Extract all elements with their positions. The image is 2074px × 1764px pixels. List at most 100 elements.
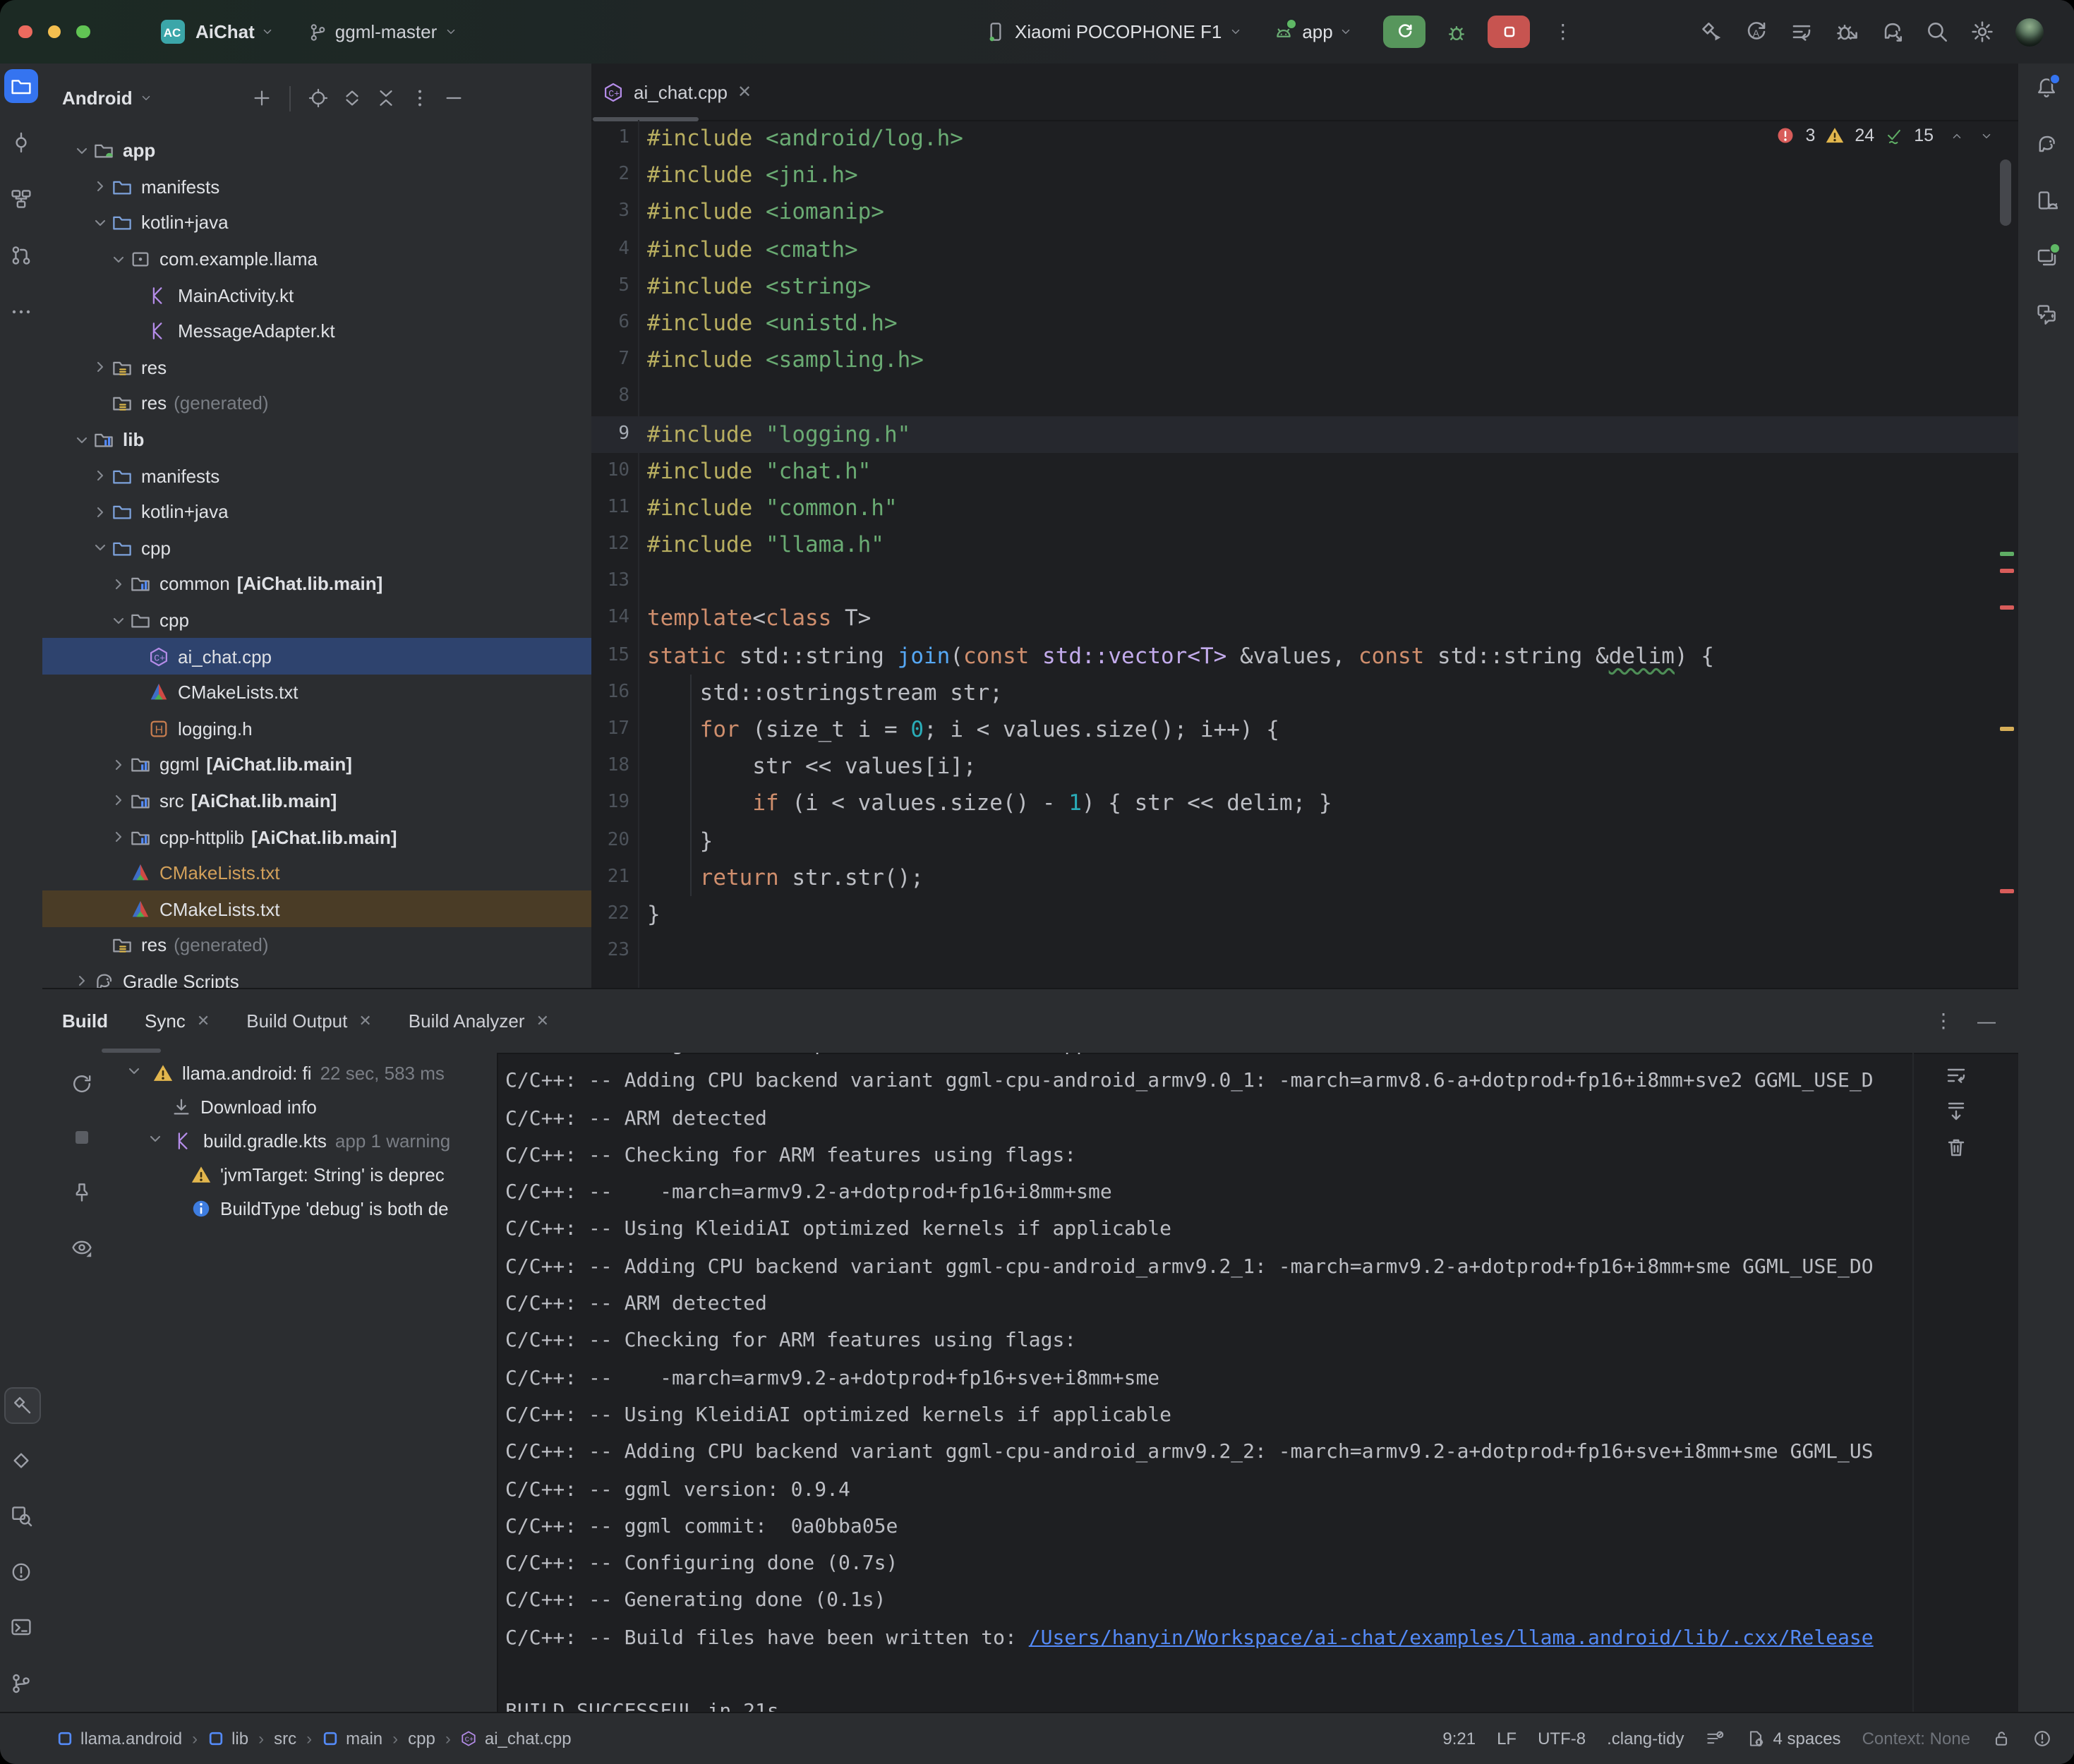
apply-changes-icon[interactable]: A — [1744, 20, 1768, 44]
chevron-down-icon[interactable] — [126, 1062, 144, 1083]
chevron-right-icon[interactable] — [92, 503, 111, 520]
restore-run-tasks-icon[interactable] — [1790, 20, 1814, 44]
breadcrumb-llama-android[interactable]: llama.android — [56, 1729, 182, 1748]
code-line-11[interactable]: 11#include "common.h" — [591, 490, 2018, 526]
tree-item-cpp-httplib[interactable]: cpp-httplib[AiChat.lib.main] — [42, 819, 591, 855]
code-line-3[interactable]: 3#include <iomanip> — [591, 194, 2018, 231]
close-tab-icon[interactable]: ✕ — [197, 1012, 210, 1030]
breadcrumb-main[interactable]: main — [322, 1729, 382, 1748]
expand-all-icon[interactable] — [342, 87, 363, 109]
hide-build-panel-icon[interactable]: — — [1977, 1010, 1996, 1032]
chevron-down-icon[interactable] — [110, 250, 130, 267]
buildtype-info-row[interactable]: BuildType 'debug' is both de — [191, 1191, 449, 1225]
tree-item-kotlin-java[interactable]: kotlin+java — [42, 494, 591, 530]
branch-selector[interactable]: ggml-master — [308, 21, 457, 42]
chevron-down-icon[interactable] — [73, 143, 93, 159]
code-line-6[interactable]: 6#include <unistd.h> — [591, 305, 2018, 342]
code-area[interactable]: 1#include <android/log.h>2#include <jni.… — [591, 120, 2018, 988]
build-root-row[interactable]: llama.android: fi22 sec, 583 ms — [126, 1056, 445, 1089]
download-info-row[interactable]: Download info — [171, 1089, 317, 1123]
scroll-to-end-icon[interactable] — [1945, 1099, 1967, 1122]
tree-item-messageadapter-kt[interactable]: MessageAdapter.kt — [42, 313, 591, 349]
chevron-right-icon[interactable] — [110, 828, 130, 845]
gemini-tool-icon[interactable] — [2030, 296, 2063, 330]
notifications-status-icon[interactable] — [2032, 1729, 2052, 1748]
tree-item-cmakelists-txt[interactable]: CMakeLists.txt — [42, 675, 591, 711]
breadcrumb-ai-chat-cpp[interactable]: C+ai_chat.cpp — [461, 1729, 572, 1748]
project-name[interactable]: AiChat — [195, 21, 255, 42]
chevron-right-icon[interactable] — [110, 576, 130, 593]
run-config-selector[interactable]: app — [1272, 21, 1352, 42]
tree-item-gradle-scripts[interactable]: Gradle Scripts — [42, 963, 591, 988]
code-line-16[interactable]: 16 std::ostringstream str; — [591, 675, 2018, 711]
build-gradle-row[interactable]: build.gradle.ktsapp 1 warning — [147, 1123, 450, 1157]
tree-item-app[interactable]: app — [42, 133, 591, 169]
inspections-widget[interactable]: 3 24 15 — [1775, 126, 1993, 145]
chevron-right-icon[interactable] — [110, 792, 130, 809]
next-problem-icon[interactable] — [1980, 129, 1993, 142]
write-access-icon[interactable] — [1991, 1729, 2011, 1748]
chevron-down-icon[interactable] — [92, 540, 111, 557]
breadcrumb-cpp[interactable]: cpp — [408, 1729, 435, 1748]
more-run-options-icon[interactable]: ⋮ — [1553, 20, 1573, 44]
tree-item-manifests[interactable]: manifests — [42, 458, 591, 494]
minimize-window-button[interactable] — [47, 25, 61, 39]
tree-item-logging-h[interactable]: Hlogging.h — [42, 711, 591, 747]
close-window-button[interactable] — [18, 25, 32, 39]
code-line-20[interactable]: 20 } — [591, 822, 2018, 859]
stripe-mark-green[interactable] — [2000, 552, 2014, 555]
build-console[interactable]: C/C++: -- Using KleidiAI optimized kerne… — [497, 1053, 1914, 1714]
build-tool-icon[interactable] — [4, 1387, 41, 1424]
code-line-5[interactable]: 5#include <string> — [591, 268, 2018, 305]
chevron-down-icon[interactable] — [73, 431, 93, 448]
power-save-context[interactable]: Context: None — [1862, 1729, 1970, 1748]
tree-item-res[interactable]: res(generated) — [42, 927, 591, 963]
build-panel-title[interactable]: Build — [62, 1010, 108, 1032]
stripe-mark-error[interactable] — [2000, 605, 2014, 609]
code-line-8[interactable]: 8 — [591, 379, 2018, 416]
tree-item-cpp[interactable]: cpp — [42, 602, 591, 638]
rerun-app-button[interactable] — [1384, 16, 1426, 48]
tree-item-kotlin-java[interactable]: kotlin+java — [42, 205, 591, 241]
tree-item-lib[interactable]: lib — [42, 422, 591, 458]
notifications-icon[interactable] — [2030, 71, 2063, 104]
code-line-18[interactable]: 18 str << values[i]; — [591, 748, 2018, 785]
zoom-window-button[interactable] — [76, 25, 90, 39]
version-control-tool-icon[interactable] — [4, 1666, 38, 1700]
tree-item-cpp[interactable]: cpp — [42, 530, 591, 566]
code-line-15[interactable]: 15static std::string join(const std::vec… — [591, 637, 2018, 674]
code-line-23[interactable]: 23 — [591, 933, 2018, 969]
editor-scrollbar-thumb[interactable] — [2000, 159, 2011, 226]
stripe-mark-error[interactable] — [2000, 569, 2014, 572]
chevron-right-icon[interactable] — [110, 756, 130, 773]
code-line-7[interactable]: 7#include <sampling.h> — [591, 342, 2018, 378]
build-output-path-link[interactable]: /Users/hanyin/Workspace/ai-chat/examples… — [1029, 1627, 1874, 1650]
commit-tool-icon[interactable] — [4, 126, 38, 159]
tree-item-cmakelists-txt[interactable]: CMakeLists.txt — [42, 855, 591, 891]
stripe-mark-warning[interactable] — [2000, 727, 2014, 730]
chevron-right-icon[interactable] — [92, 467, 111, 484]
jvmtarget-warning-row[interactable]: 'jvmTarget: String' is deprec — [191, 1157, 445, 1191]
code-style-config[interactable]: .clang-tidy — [1607, 1729, 1684, 1748]
gradle-tool-icon[interactable] — [2030, 127, 2063, 161]
code-line-14[interactable]: 14template<class T> — [591, 600, 2018, 637]
breadcrumb-src[interactable]: src — [274, 1729, 296, 1748]
build-variants-tool-icon[interactable] — [4, 1443, 38, 1477]
code-line-10[interactable]: 10#include "chat.h" — [591, 452, 2018, 489]
build-project-icon[interactable] — [1699, 20, 1723, 44]
attach-debugger-icon[interactable] — [1835, 20, 1859, 44]
chevron-right-icon[interactable] — [92, 179, 111, 195]
project-view-selector[interactable]: Android — [62, 87, 133, 109]
more-tool-windows-icon[interactable] — [4, 295, 38, 329]
chevron-down-icon[interactable] — [110, 612, 130, 629]
locate-file-icon[interactable] — [308, 87, 329, 109]
stripe-mark-error[interactable] — [2000, 889, 2014, 893]
project-tool-icon[interactable] — [4, 69, 38, 103]
chevron-right-icon[interactable] — [73, 973, 93, 988]
app-inspection-tool-icon[interactable] — [4, 1499, 38, 1533]
code-line-17[interactable]: 17 for (size_t i = 0; i < values.size();… — [591, 711, 2018, 748]
gradle-sync-icon[interactable] — [1880, 20, 1904, 44]
code-line-4[interactable]: 4#include <cmath> — [591, 231, 2018, 267]
breadcrumb-lib[interactable]: lib — [207, 1729, 248, 1748]
caret-position[interactable]: 9:21 — [1442, 1729, 1476, 1748]
